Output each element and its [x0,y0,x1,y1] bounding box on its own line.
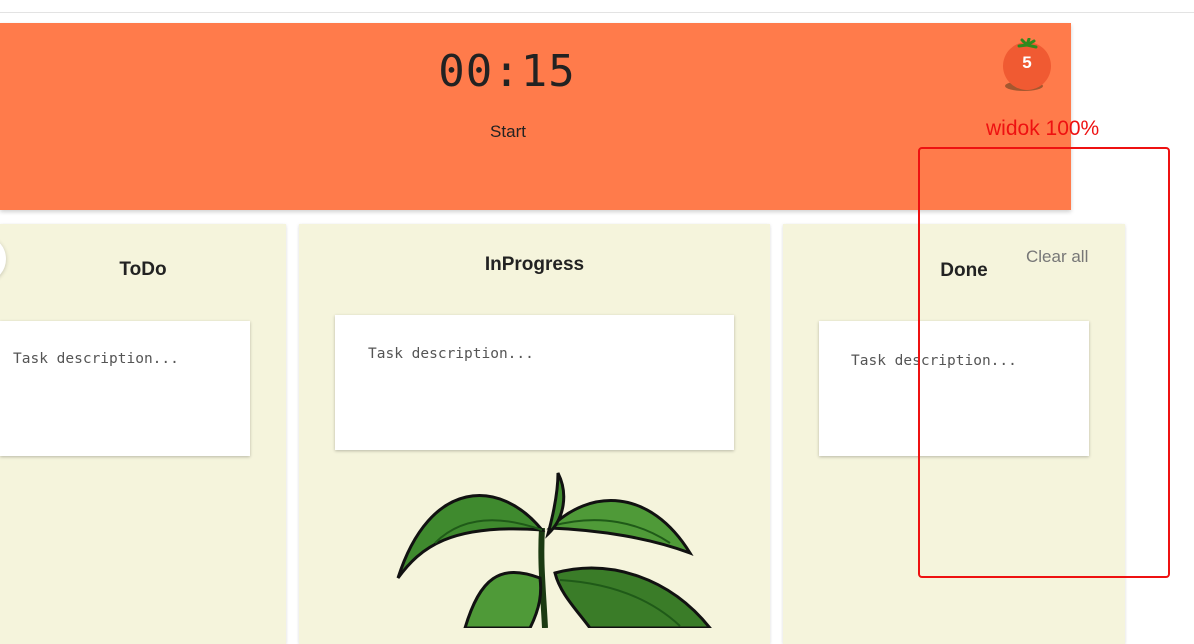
annotation-frame [918,147,1170,578]
todo-task-input[interactable] [0,321,250,456]
todo-title: ToDo [119,259,167,280]
inprogress-task-input[interactable] [335,315,734,450]
pomodoro-count: 5 [1022,53,1032,72]
annotation-label: widok 100% [986,117,1100,140]
start-button[interactable]: Start [458,122,558,142]
top-divider [0,12,1194,13]
timer-display: 00:15 [438,46,576,97]
todo-task-card [0,321,250,456]
inprogress-title: InProgress [484,254,585,275]
inprogress-task-card [335,315,734,450]
plant-illustration [396,472,712,628]
todo-column: ToDo [0,224,286,644]
